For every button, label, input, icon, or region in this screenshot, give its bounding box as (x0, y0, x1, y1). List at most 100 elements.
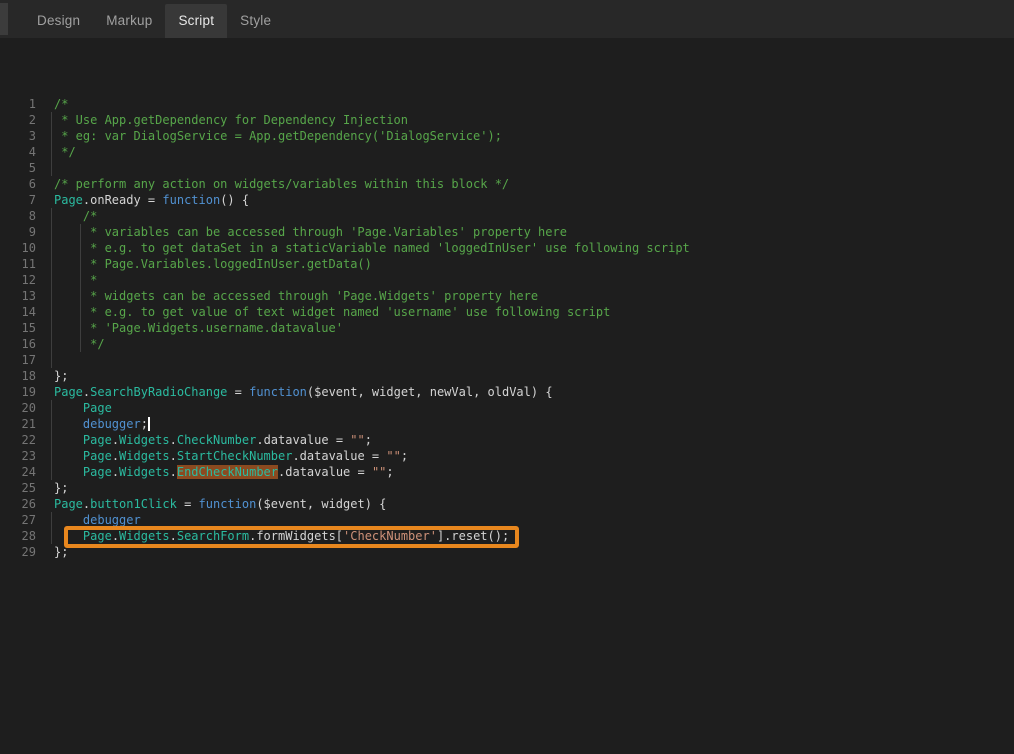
code-line[interactable]: 15 * 'Page.Widgets.username.datavalue' (0, 320, 1014, 336)
code-line[interactable]: 17 (0, 352, 1014, 368)
code-line-text: * eg: var DialogService = App.getDepende… (36, 128, 502, 144)
code-line-text: /* perform any action on widgets/variabl… (36, 176, 509, 192)
tab-design[interactable]: Design (24, 4, 93, 38)
code-line-text: * e.g. to get value of text widget named… (36, 304, 610, 320)
line-number: 23 (0, 448, 36, 464)
code-line[interactable]: 5 (0, 160, 1014, 176)
line-number: 13 (0, 288, 36, 304)
code-line[interactable]: 10 * e.g. to get dataSet in a staticVari… (0, 240, 1014, 256)
code-line[interactable]: 7Page.onReady = function() { (0, 192, 1014, 208)
code-line-text: * 'Page.Widgets.username.datavalue' (36, 320, 343, 336)
code-line[interactable]: 8 /* (0, 208, 1014, 224)
tab-bar-tabs: DesignMarkupScriptStyle (24, 0, 284, 38)
code-line-text: * variables can be accessed through 'Pag… (36, 224, 567, 240)
code-line[interactable]: 23 Page.Widgets.StartCheckNumber.dataval… (0, 448, 1014, 464)
code-line[interactable]: 13 * widgets can be accessed through 'Pa… (0, 288, 1014, 304)
code-line-text: }; (36, 544, 68, 560)
line-number: 3 (0, 128, 36, 144)
occurrence-highlight: EndCheckNumber (177, 465, 278, 479)
code-line-text: /* (36, 96, 68, 112)
code-line-text: * Use App.getDependency for Dependency I… (36, 112, 408, 128)
code-line-text: }; (36, 368, 68, 384)
indent-guide (51, 208, 52, 368)
tab-markup[interactable]: Markup (93, 4, 165, 38)
line-number: 28 (0, 528, 36, 544)
line-number: 10 (0, 240, 36, 256)
code-line[interactable]: 29}; (0, 544, 1014, 560)
code-line-text: Page.Widgets.SearchForm.formWidgets['Che… (36, 528, 509, 544)
code-line-text: Page (36, 400, 112, 416)
line-number: 26 (0, 496, 36, 512)
code-line[interactable]: 19Page.SearchByRadioChange = function($e… (0, 384, 1014, 400)
code-line-text: * e.g. to get dataSet in a staticVariabl… (36, 240, 690, 256)
code-line-text: debugger; (36, 416, 150, 432)
text-cursor (148, 417, 150, 431)
code-line[interactable]: 20 Page (0, 400, 1014, 416)
code-line[interactable]: 14 * e.g. to get value of text widget na… (0, 304, 1014, 320)
indent-guide (80, 224, 81, 352)
code-line[interactable]: 12 * (0, 272, 1014, 288)
line-number: 27 (0, 512, 36, 528)
line-number: 29 (0, 544, 36, 560)
line-number: 7 (0, 192, 36, 208)
code-line[interactable]: 28 Page.Widgets.SearchForm.formWidgets['… (0, 528, 1014, 544)
line-number: 14 (0, 304, 36, 320)
code-line[interactable]: 6/* perform any action on widgets/variab… (0, 176, 1014, 192)
line-number: 20 (0, 400, 36, 416)
code-line[interactable]: 9 * variables can be accessed through 'P… (0, 224, 1014, 240)
tab-script[interactable]: Script (165, 4, 227, 38)
line-number: 17 (0, 352, 36, 368)
line-number: 11 (0, 256, 36, 272)
code-line[interactable]: 16 */ (0, 336, 1014, 352)
line-number: 24 (0, 464, 36, 480)
line-number: 21 (0, 416, 36, 432)
indent-guide (51, 400, 52, 480)
code-line-text: * Page.Variables.loggedInUser.getData() (36, 256, 372, 272)
code-line[interactable]: 11 * Page.Variables.loggedInUser.getData… (0, 256, 1014, 272)
code-line[interactable]: 22 Page.Widgets.CheckNumber.datavalue = … (0, 432, 1014, 448)
line-number: 25 (0, 480, 36, 496)
code-line[interactable]: 18}; (0, 368, 1014, 384)
code-line-text: */ (36, 336, 105, 352)
code-line-text: Page.Widgets.EndCheckNumber.datavalue = … (36, 464, 394, 480)
code-line[interactable]: 25}; (0, 480, 1014, 496)
line-number: 12 (0, 272, 36, 288)
code-line-text: Page.Widgets.CheckNumber.datavalue = ""; (36, 432, 372, 448)
code-line[interactable]: 27 debugger (0, 512, 1014, 528)
code-line[interactable]: 3 * eg: var DialogService = App.getDepen… (0, 128, 1014, 144)
code-line-text: * widgets can be accessed through 'Page.… (36, 288, 538, 304)
line-number: 22 (0, 432, 36, 448)
script-code-editor[interactable]: 1/*2 * Use App.getDependency for Depende… (0, 38, 1014, 754)
left-panel-edge[interactable] (0, 3, 8, 35)
line-number: 5 (0, 160, 36, 176)
code-line-text: Page.Widgets.StartCheckNumber.datavalue … (36, 448, 408, 464)
line-number: 15 (0, 320, 36, 336)
code-line-text: Page.onReady = function() { (36, 192, 249, 208)
code-block[interactable]: 1/*2 * Use App.getDependency for Depende… (0, 96, 1014, 560)
line-number: 19 (0, 384, 36, 400)
line-number: 9 (0, 224, 36, 240)
code-line-text: Page.SearchByRadioChange = function($eve… (36, 384, 553, 400)
code-line[interactable]: 24 Page.Widgets.EndCheckNumber.datavalue… (0, 464, 1014, 480)
code-line-text: * (36, 272, 97, 288)
code-line[interactable]: 21 debugger; (0, 416, 1014, 432)
code-line[interactable]: 2 * Use App.getDependency for Dependency… (0, 112, 1014, 128)
line-number: 2 (0, 112, 36, 128)
line-number: 1 (0, 96, 36, 112)
line-number: 18 (0, 368, 36, 384)
indent-guide (51, 512, 52, 544)
code-line[interactable]: 26Page.button1Click = function($event, w… (0, 496, 1014, 512)
tab-style[interactable]: Style (227, 4, 284, 38)
line-number: 8 (0, 208, 36, 224)
code-line[interactable]: 4 */ (0, 144, 1014, 160)
line-number: 16 (0, 336, 36, 352)
code-line-text: /* (36, 208, 97, 224)
code-line-text: Page.button1Click = function($event, wid… (36, 496, 386, 512)
code-line-text: }; (36, 480, 68, 496)
editor-tab-bar: DesignMarkupScriptStyle (0, 0, 1014, 38)
code-line-text: */ (36, 144, 76, 160)
indent-guide (51, 112, 52, 176)
line-number: 4 (0, 144, 36, 160)
line-number: 6 (0, 176, 36, 192)
code-line[interactable]: 1/* (0, 96, 1014, 112)
